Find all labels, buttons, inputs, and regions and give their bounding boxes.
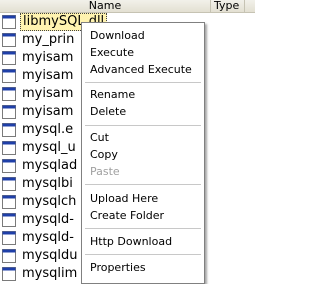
file-icon [2,267,16,281]
menu-item-copy[interactable]: Copy [90,147,118,163]
menu-separator [85,82,201,83]
file-icon [2,15,16,29]
file-name: mysqlch [22,194,77,209]
menu-item-delete[interactable]: Delete [90,104,126,120]
file-icon [2,123,16,137]
file-name: mysqlad [22,158,78,173]
menu-item-download[interactable]: Download [90,28,145,44]
file-icon [2,231,16,245]
menu-item-upload-here[interactable]: Upload Here [90,191,158,207]
column-header: Name Type [0,0,255,13]
file-icon [2,159,16,173]
file-name: my_prin [22,32,75,47]
file-name: mysqld- [22,230,74,245]
menu-item-properties[interactable]: Properties [90,260,146,276]
file-icon [2,249,16,263]
file-name: mysql_u [22,140,76,155]
file-name: myisam [22,68,74,83]
file-icon [2,177,16,191]
column-type-header[interactable]: Type [210,0,245,12]
menu-separator [85,254,201,255]
column-name-header[interactable]: Name [0,0,210,12]
file-icon [2,105,16,119]
file-icon [2,51,16,65]
menu-item-execute[interactable]: Execute [90,45,134,61]
file-name: myisam [22,104,74,119]
menu-separator [85,125,201,126]
menu-separator [85,228,201,229]
menu-item-paste: Paste [90,165,120,178]
file-name: myisam [22,86,74,101]
menu-item-create-folder[interactable]: Create Folder [90,208,164,224]
menu-item-advanced-execute[interactable]: Advanced Execute [90,62,192,78]
file-name: mysqlim [22,266,78,281]
file-name: mysqldu [22,248,78,263]
file-icon [2,33,16,47]
context-menu: Download Execute Advanced Execute Rename… [81,22,205,284]
file-icon [2,213,16,227]
file-name: mysqld- [22,212,74,227]
menu-item-rename[interactable]: Rename [90,87,135,103]
menu-item-cut[interactable]: Cut [90,130,109,146]
file-icon [2,87,16,101]
file-icon [2,195,16,209]
file-name: myisam [22,50,74,65]
menu-separator [85,184,201,185]
file-icon [2,69,16,83]
file-name: mysql.e [22,122,74,137]
file-name: mysqlbi [22,176,73,191]
file-icon [2,141,16,155]
menu-item-http-download[interactable]: Http Download [90,234,172,250]
